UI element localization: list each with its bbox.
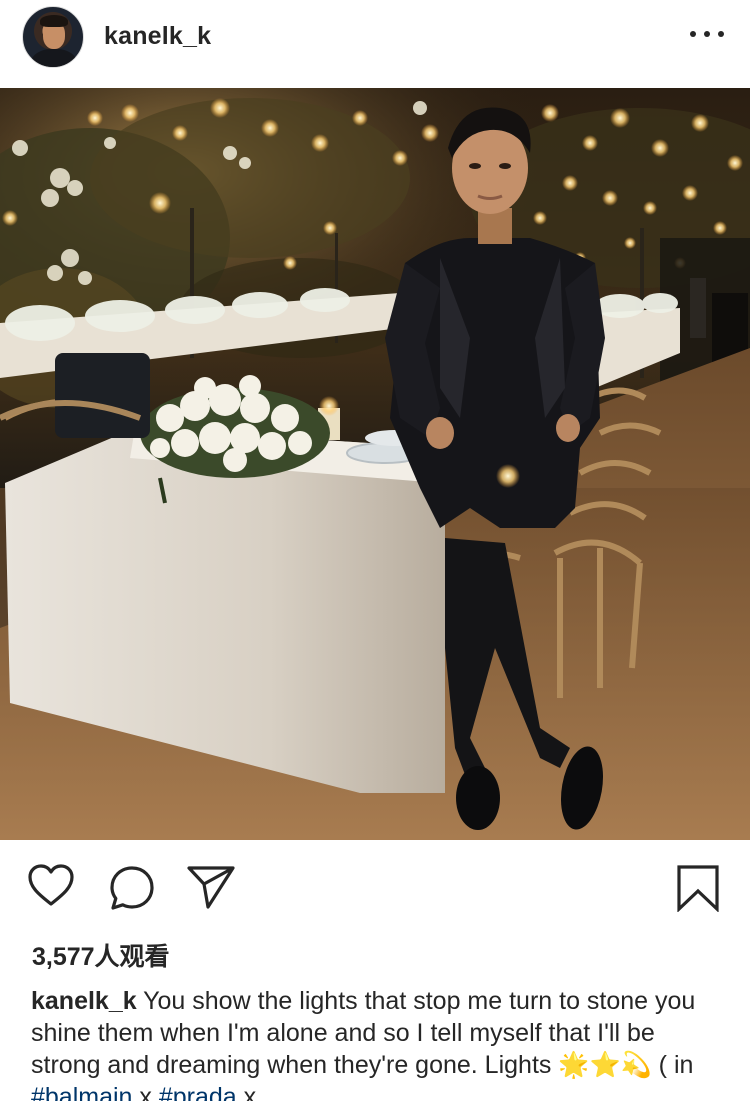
view-count[interactable]: 3,577人观看 xyxy=(32,937,170,973)
caption-suffix: ( in xyxy=(651,1051,694,1079)
post-actions xyxy=(0,840,750,930)
hashtag-prada[interactable]: #prada xyxy=(159,1083,237,1101)
paper-plane-icon[interactable] xyxy=(186,864,236,915)
caption-username[interactable]: kanelk_k xyxy=(31,987,137,1015)
post-header: kanelk_k xyxy=(0,0,750,88)
post-photo[interactable] xyxy=(0,88,750,840)
avatar[interactable] xyxy=(22,6,84,68)
comment-icon[interactable] xyxy=(108,864,156,917)
caption-tail: x xyxy=(236,1083,257,1101)
post-caption: kanelk_k You show the lights that stop m… xyxy=(31,985,721,1101)
post-username[interactable]: kanelk_k xyxy=(104,22,211,51)
hashtag-balmain[interactable]: #balmain xyxy=(31,1083,132,1101)
more-dots-icon[interactable] xyxy=(690,22,724,46)
avatar-body xyxy=(31,49,77,67)
caption-emoji: 🌟⭐💫 xyxy=(558,1051,652,1079)
caption-joiner: x xyxy=(132,1083,159,1101)
heart-icon[interactable] xyxy=(27,864,75,913)
avatar-hair xyxy=(40,15,68,27)
bookmark-icon[interactable] xyxy=(676,864,720,917)
